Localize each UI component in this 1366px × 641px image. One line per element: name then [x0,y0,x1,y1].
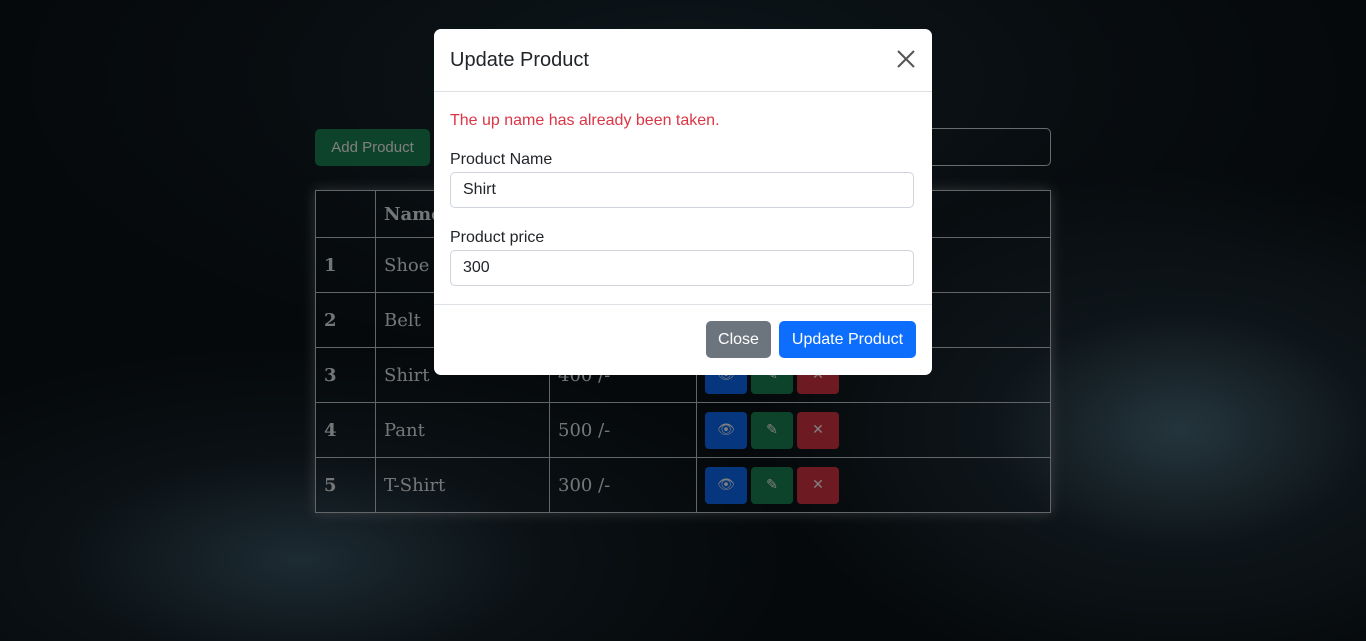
product-price-input[interactable] [450,250,914,286]
product-price-label: Product price [450,229,545,246]
update-product-button[interactable]: Update Product [779,321,916,358]
close-button[interactable]: Close [706,321,771,358]
modal-header: Update Product [434,29,932,92]
update-product-modal: Update Product The up name has already b… [434,29,932,375]
modal-footer [434,304,932,305]
close-icon[interactable] [896,49,916,69]
modal-title: Update Product [450,49,589,71]
product-name-input[interactable] [450,172,914,208]
product-name-label: Product Name [450,151,553,168]
error-message: The up name has already been taken. [450,112,720,129]
